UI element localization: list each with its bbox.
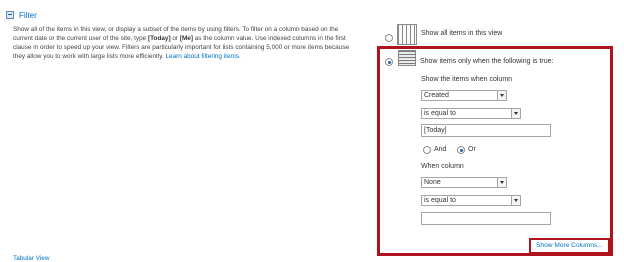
or-label[interactable]: Or — [468, 146, 476, 153]
clause2-column-value: None — [424, 179, 441, 186]
chevron-down-icon[interactable] — [511, 196, 520, 205]
chevron-down-icon[interactable] — [497, 91, 506, 100]
show-when-radio[interactable] — [385, 58, 393, 66]
section-title[interactable]: Filter — [19, 11, 37, 20]
or-radio[interactable] — [457, 146, 465, 154]
collapse-icon[interactable] — [6, 11, 14, 19]
clause2-heading: When column — [421, 163, 464, 170]
columns-icon — [397, 24, 417, 45]
me-token: [Me] — [179, 35, 193, 42]
filter-section-header[interactable]: Filter — [6, 10, 37, 20]
clause2-operator-value: is equal to — [424, 197, 456, 204]
clause1-operator-select[interactable]: is equal to — [421, 108, 521, 119]
chevron-down-icon[interactable] — [497, 178, 506, 187]
description-text: or — [170, 35, 180, 42]
clause1-operator-value: is equal to — [424, 110, 456, 117]
clause1-value-input[interactable]: [Today] — [421, 124, 551, 137]
tabular-view-link[interactable]: Tabular View — [13, 255, 49, 262]
clause1-heading: Show the items when column — [421, 76, 513, 83]
clause2-operator-select[interactable]: is equal to — [421, 195, 521, 206]
learn-filtering-link[interactable]: Learn about filtering items. — [166, 53, 241, 60]
show-all-radio[interactable] — [385, 34, 393, 42]
clause2-column-select[interactable]: None — [421, 177, 507, 188]
and-radio[interactable] — [423, 146, 431, 154]
and-label[interactable]: And — [434, 146, 446, 153]
filter-description: Show all of the items in this view, or d… — [13, 25, 359, 61]
clause1-column-select[interactable]: Created — [421, 90, 507, 101]
filter-list-icon — [398, 50, 416, 66]
clause2-value-input[interactable] — [421, 212, 551, 225]
show-more-columns-link[interactable]: Show More Columns... — [536, 242, 603, 249]
chevron-down-icon[interactable] — [511, 109, 520, 118]
clause1-column-value: Created — [424, 92, 449, 99]
show-all-label[interactable]: Show all items in this view — [421, 30, 502, 37]
show-when-label[interactable]: Show items only when the following is tr… — [420, 58, 553, 65]
today-token: [Today] — [147, 35, 171, 42]
